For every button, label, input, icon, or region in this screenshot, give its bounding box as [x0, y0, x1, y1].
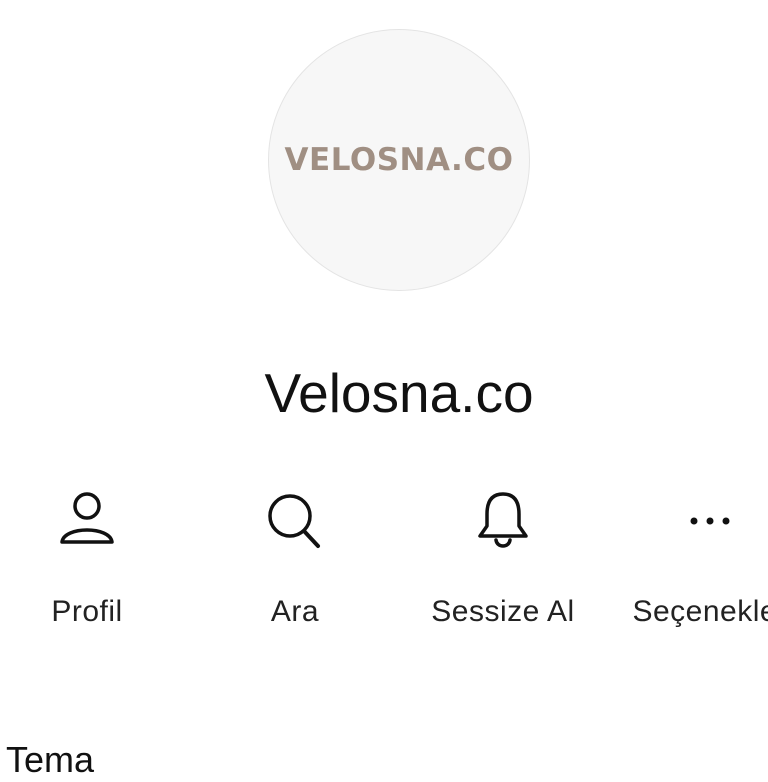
options-label: Seçenekler [632, 595, 768, 628]
theme-section-title: Tema [6, 739, 95, 780]
profile-label: Profil [51, 595, 123, 628]
profile-avatar[interactable]: VELOSNA.CO [268, 29, 530, 291]
profile-name: Velosna.co [264, 362, 534, 424]
avatar-logo-text: VELOSNA.CO [284, 142, 514, 178]
search-button[interactable]: Ara [205, 486, 385, 630]
options-button[interactable]: Seçenekler [632, 486, 768, 630]
person-icon [60, 492, 114, 544]
bell-icon [478, 492, 528, 548]
mute-label: Sessize Al [431, 595, 575, 628]
more-icon [690, 517, 730, 525]
mute-button[interactable]: Sessize Al [413, 486, 593, 630]
search-label: Ara [270, 595, 320, 628]
search-icon [268, 494, 320, 548]
profile-button[interactable]: Profil [0, 486, 177, 630]
